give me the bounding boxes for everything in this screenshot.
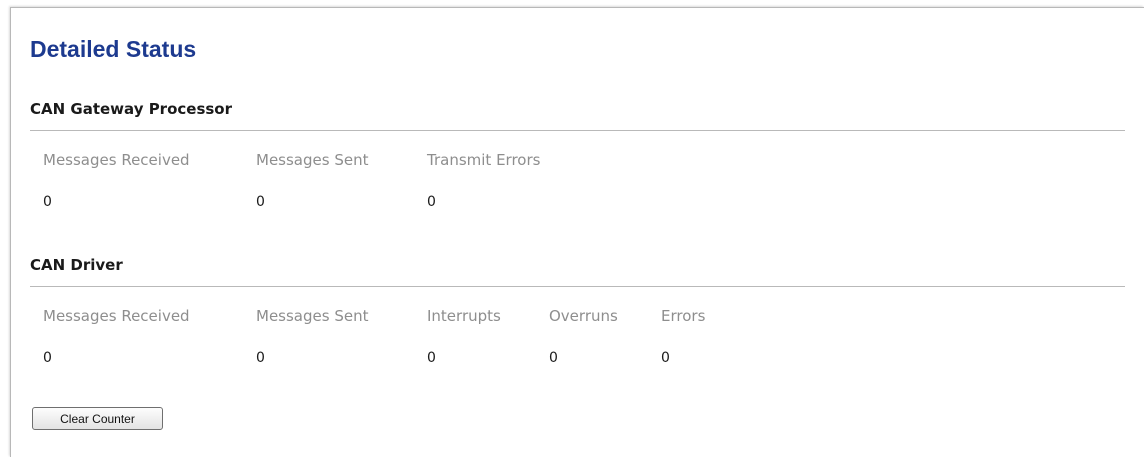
gateway-value-transmit-errors: 0: [427, 194, 436, 210]
driver-header-errors: Errors: [661, 307, 706, 325]
driver-value-errors: 0: [661, 350, 670, 366]
status-panel: [10, 7, 1144, 457]
driver-header-overruns: Overruns: [549, 307, 618, 325]
driver-value-overruns: 0: [549, 350, 558, 366]
page-title: Detailed Status: [30, 36, 197, 62]
section-title-gateway: CAN Gateway Processor: [30, 100, 233, 118]
section-title-driver: CAN Driver: [30, 256, 123, 274]
section-divider-gateway: [30, 130, 1125, 131]
driver-header-messages-received: Messages Received: [43, 307, 190, 325]
gateway-value-messages-sent: 0: [256, 194, 265, 210]
gateway-header-messages-sent: Messages Sent: [256, 151, 369, 169]
driver-value-messages-received: 0: [43, 350, 52, 366]
gateway-value-messages-received: 0: [43, 194, 52, 210]
section-divider-driver: [30, 286, 1125, 287]
driver-header-messages-sent: Messages Sent: [256, 307, 369, 325]
driver-header-interrupts: Interrupts: [427, 307, 501, 325]
gateway-header-messages-received: Messages Received: [43, 151, 190, 169]
driver-value-messages-sent: 0: [256, 350, 265, 366]
driver-value-interrupts: 0: [427, 350, 436, 366]
gateway-header-transmit-errors: Transmit Errors: [427, 151, 541, 169]
clear-counter-button[interactable]: Clear Counter: [32, 407, 163, 430]
